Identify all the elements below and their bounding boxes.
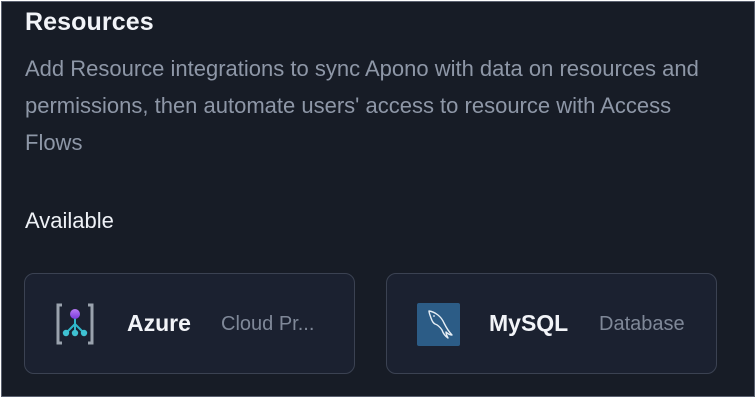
page-description: Add Resource integrations to sync Apono … bbox=[25, 56, 699, 155]
integration-name: Azure bbox=[127, 310, 191, 336]
resources-panel: Resources Add Resource integrations to s… bbox=[1, 1, 755, 397]
integration-card-azure[interactable]: Azure Cloud Pr... bbox=[24, 273, 355, 374]
available-section-label: Available bbox=[25, 208, 114, 233]
azure-icon bbox=[53, 302, 97, 346]
page-title: Resources bbox=[25, 8, 154, 36]
integration-card-mysql[interactable]: MySQL Database bbox=[386, 273, 717, 374]
integration-category: Cloud Pr... bbox=[221, 313, 315, 335]
mysql-dolphin-icon bbox=[417, 303, 460, 346]
integration-category: Database bbox=[599, 313, 685, 335]
integration-name: MySQL bbox=[489, 310, 569, 336]
